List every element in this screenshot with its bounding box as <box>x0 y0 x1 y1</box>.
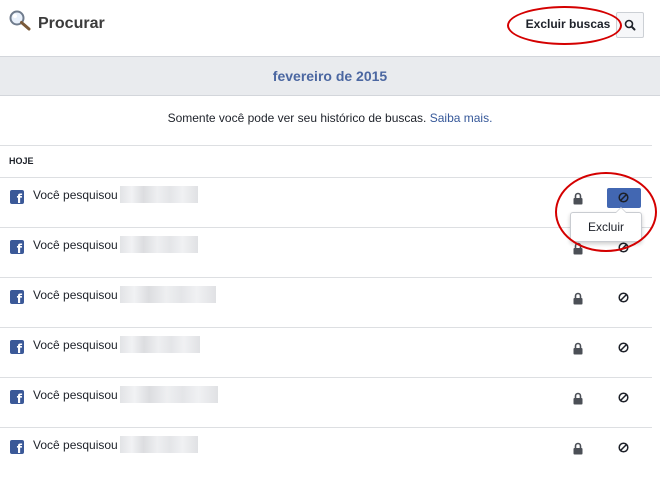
lock-icon[interactable] <box>573 442 583 455</box>
search-button[interactable] <box>616 12 644 38</box>
redacted-query <box>120 286 216 303</box>
history-row: f Você pesquisou <box>0 428 652 478</box>
privacy-note: Somente você pode ver seu histórico de b… <box>0 111 660 125</box>
lock-icon[interactable] <box>573 192 583 205</box>
lock-icon[interactable] <box>573 392 583 405</box>
history-row: f Você pesquisou <box>0 378 652 428</box>
page-title: Procurar <box>38 15 105 32</box>
delete-tooltip[interactable]: Excluir <box>570 207 642 242</box>
delete-button[interactable] <box>607 388 641 408</box>
redacted-query <box>120 386 218 403</box>
clear-searches-button[interactable]: Excluir buscas <box>520 11 616 37</box>
history-row: f Você pesquisou <box>0 278 652 328</box>
section-label: HOJE <box>9 156 34 166</box>
block-icon <box>618 292 629 303</box>
redacted-query <box>120 336 200 353</box>
block-icon <box>618 342 629 353</box>
lock-icon[interactable] <box>573 292 583 305</box>
row-text[interactable]: Você pesquisou <box>33 438 118 452</box>
month-header: fevereiro de 2015 <box>0 56 660 96</box>
redacted-query <box>120 236 198 253</box>
delete-button[interactable] <box>607 288 641 308</box>
divider <box>0 145 652 146</box>
history-row: f Você pesquisou <box>0 328 652 378</box>
row-text[interactable]: Você pesquisou <box>33 288 118 302</box>
search-icon <box>9 10 31 31</box>
page-header: Procurar Excluir buscas <box>0 0 660 55</box>
lock-icon[interactable] <box>573 242 583 255</box>
history-row: f Você pesquisou <box>0 178 652 228</box>
learn-more-link[interactable]: Saiba mais. <box>430 111 493 125</box>
row-text[interactable]: Você pesquisou <box>33 388 118 402</box>
block-icon <box>618 442 629 453</box>
row-text[interactable]: Você pesquisou <box>33 188 118 202</box>
block-icon <box>618 192 629 203</box>
delete-button[interactable] <box>607 188 641 208</box>
facebook-icon: f <box>10 190 24 205</box>
row-text[interactable]: Você pesquisou <box>33 238 118 252</box>
history-row: f Você pesquisou <box>0 228 652 278</box>
lock-icon[interactable] <box>573 342 583 355</box>
facebook-icon: f <box>10 440 24 455</box>
facebook-icon: f <box>10 390 24 405</box>
block-icon <box>618 392 629 403</box>
redacted-query <box>120 436 198 453</box>
privacy-text: Somente você pode ver seu histórico de b… <box>167 111 427 125</box>
redacted-query <box>120 186 198 203</box>
facebook-icon: f <box>10 240 24 255</box>
facebook-icon: f <box>10 340 24 355</box>
row-text[interactable]: Você pesquisou <box>33 338 118 352</box>
block-icon <box>618 242 629 253</box>
search-icon <box>624 19 636 31</box>
delete-button[interactable] <box>607 438 641 458</box>
facebook-icon: f <box>10 290 24 305</box>
delete-button[interactable] <box>607 338 641 358</box>
